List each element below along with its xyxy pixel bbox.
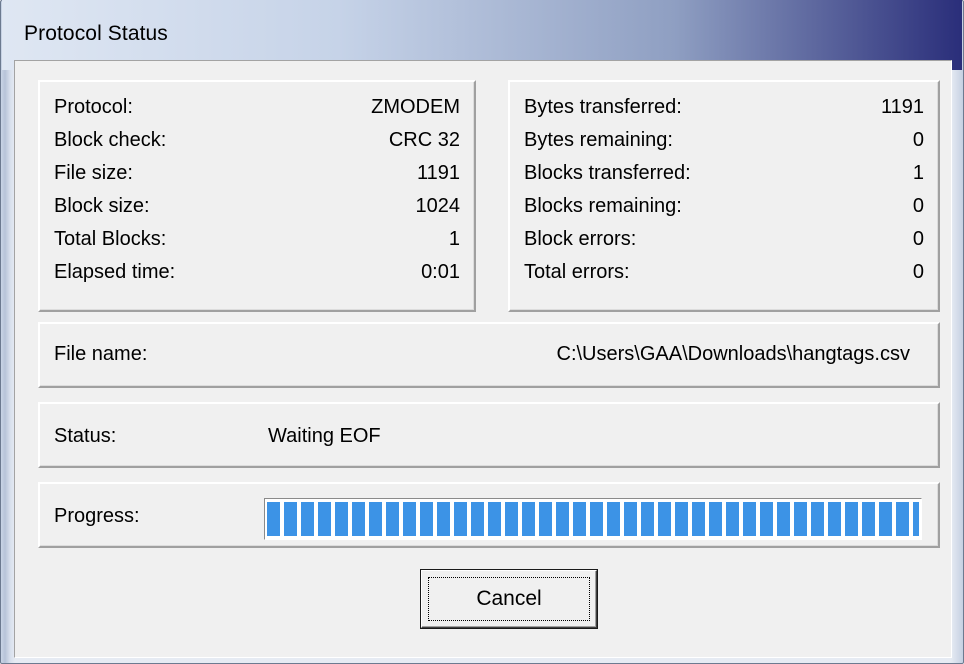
cancel-button-label: Cancel	[428, 577, 590, 621]
total-errors-value: 0	[912, 261, 924, 283]
bytes-transferred-label: Bytes transferred:	[524, 96, 682, 118]
protocol-label: Protocol:	[54, 96, 133, 118]
protocol-value: ZMODEM	[371, 96, 460, 118]
total-blocks-label: Total Blocks:	[54, 228, 167, 250]
progress-label: Progress:	[54, 505, 140, 527]
file-size-label: File size:	[54, 162, 133, 184]
elapsed-time-value: 0:01	[421, 261, 460, 283]
block-size-label: Block size:	[54, 195, 150, 217]
cancel-button[interactable]: Cancel	[421, 570, 597, 628]
file-size-value: 1191	[416, 162, 460, 184]
bytes-info-panel: Bytes transferred: 1191 Bytes remaining:…	[508, 80, 940, 312]
bytes-remaining-value: 0	[912, 129, 924, 151]
file-name-panel: File name: C:\Users\GAA\Downloads\hangta…	[38, 322, 940, 388]
block-check-value: CRC 32	[388, 129, 460, 151]
status-value: Waiting EOF	[268, 425, 381, 447]
transfer-info-panel: Protocol: ZMODEM Block check: CRC 32 Fil…	[38, 80, 476, 312]
blocks-remaining-label: Blocks remaining:	[524, 195, 682, 217]
bytes-remaining-label: Bytes remaining:	[524, 129, 673, 151]
block-errors-value: 0	[912, 228, 924, 250]
total-errors-label: Total errors:	[524, 261, 630, 283]
blocks-remaining-value: 0	[912, 195, 924, 217]
blocks-transferred-label: Blocks transferred:	[524, 162, 691, 184]
elapsed-time-label: Elapsed time:	[54, 261, 176, 283]
blocks-transferred-value: 1	[912, 162, 924, 184]
block-size-value: 1024	[415, 195, 461, 217]
progress-bar	[264, 498, 922, 540]
total-blocks-value: 1	[448, 228, 460, 250]
progress-bar-fill	[267, 502, 919, 536]
status-label: Status:	[54, 425, 117, 447]
bytes-transferred-value: 1191	[880, 96, 924, 118]
status-panel: Status: Waiting EOF	[38, 402, 940, 468]
block-check-label: Block check:	[54, 129, 167, 151]
file-name-value: C:\Users\GAA\Downloads\hangtags.csv	[556, 343, 911, 365]
file-name-label: File name:	[54, 343, 148, 365]
block-errors-label: Block errors:	[524, 228, 637, 250]
window-title: Protocol Status	[24, 22, 168, 45]
